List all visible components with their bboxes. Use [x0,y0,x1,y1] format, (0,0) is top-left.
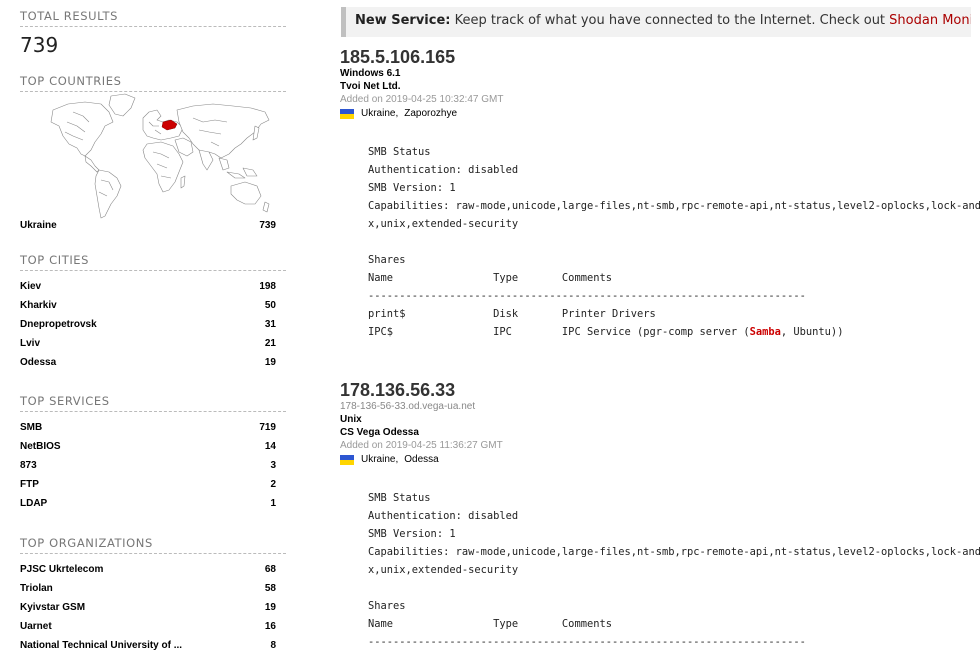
banner-data-text: SMB Status Authentication: disabled SMB … [368,492,980,648]
service-row[interactable]: SMB 719 [20,418,286,437]
banner-label: New Service: [355,13,451,28]
service-count: 1 [270,498,276,509]
service-name[interactable]: SMB [20,418,42,437]
service-name[interactable]: FTP [20,475,39,494]
city-name[interactable]: Dnepropetrovsk [20,315,97,334]
map-region [180,175,186,189]
org-count: 19 [264,602,276,613]
map-region [262,201,270,213]
service-row[interactable]: 873 3 [20,456,286,475]
city-row[interactable]: Dnepropetrovsk 31 [20,315,286,334]
city-count: 19 [264,357,276,368]
result-os: Unix [340,414,362,425]
search-result: 185.5.106.165 Windows 6.1 Tvoi Net Ltd. … [340,47,980,338]
org-count: 58 [264,583,276,594]
city-name[interactable]: Kiev [20,277,41,296]
total-results-count: 739 [20,33,59,57]
service-row[interactable]: FTP 2 [20,475,286,494]
ukraine-flag-icon [340,108,354,119]
service-name[interactable]: 873 [20,456,37,475]
new-service-banner: New Service: Keep track of what you have… [341,7,971,37]
city-name[interactable]: Odessa [20,353,56,372]
result-ip-link[interactable]: 178.136.56.33 [340,380,980,400]
result-city[interactable]: Zaporozhye [404,106,457,121]
banner-data-text: SMB Status Authentication: disabled SMB … [368,146,980,338]
map-region [242,167,258,177]
city-count: 31 [264,319,276,330]
map-region [108,93,136,117]
service-row[interactable]: NetBIOS 14 [20,437,286,456]
banner-data-text-end: , Ubuntu)) [780,326,844,338]
shodan-monitor-link[interactable]: Shodan Monitor [889,13,971,28]
service-count: 719 [259,422,276,433]
city-count: 198 [259,281,276,292]
top-cities-title: TOP CITIES [20,253,286,271]
city-name[interactable]: Kharkiv [20,296,57,315]
org-row[interactable]: Triolan 58 [20,579,286,598]
org-name[interactable]: PJSC Ukrtelecom [20,560,103,579]
org-name[interactable]: National Technical University of ... [20,636,182,655]
service-name[interactable]: NetBIOS [20,437,61,456]
result-country[interactable]: Ukraine [361,106,395,121]
map-region [226,171,246,179]
map-region [142,141,184,193]
result-hostname: 178-136-56-33.od.vega-ua.net [340,401,476,412]
world-map[interactable] [43,92,278,220]
top-organizations-title: TOP ORGANIZATIONS [20,536,286,554]
service-name[interactable]: LDAP [20,494,47,513]
city-row[interactable]: Lviv 21 [20,334,286,353]
result-country[interactable]: Ukraine [361,452,395,467]
result-banner-data: SMB Status Authentication: disabled SMB … [368,489,980,651]
city-name[interactable]: Lviv [20,334,40,353]
result-location: Ukraine, Odessa [340,452,980,467]
result-added-date: Added on 2019-04-25 11:36:27 GMT [340,440,503,451]
result-city[interactable]: Odessa [404,452,438,467]
org-count: 8 [270,640,276,651]
org-name[interactable]: Uarnet [20,617,52,636]
result-banner-data: SMB Status Authentication: disabled SMB … [368,143,980,341]
service-count: 14 [264,441,276,452]
result-os: Windows 6.1 [340,68,401,79]
top-services-title: TOP SERVICES [20,394,286,412]
ukraine-flag-icon [340,454,354,465]
banner-data-highlight: Samba [749,326,781,338]
service-count: 2 [270,479,276,490]
map-region [230,181,262,205]
banner-text: Keep track of what you have connected to… [454,13,886,28]
result-added-date: Added on 2019-04-25 10:32:47 GMT [340,94,504,105]
map-region [50,101,114,157]
map-region [198,149,214,171]
org-name[interactable]: Triolan [20,579,53,598]
result-organization[interactable]: Tvoi Net Ltd. [340,80,980,93]
org-count: 16 [264,621,276,632]
service-row[interactable]: LDAP 1 [20,494,286,513]
result-ip-link[interactable]: 185.5.106.165 [340,47,980,67]
map-region [84,155,100,173]
map-region [94,169,122,219]
result-location: Ukraine, Zaporozhye [340,106,980,121]
org-row[interactable]: Kyivstar GSM 19 [20,598,286,617]
total-results-title: TOTAL RESULTS [20,9,286,27]
city-count: 21 [264,338,276,349]
result-organization[interactable]: CS Vega Odessa [340,426,980,439]
city-row[interactable]: Kiev 198 [20,277,286,296]
org-name[interactable]: Kyivstar GSM [20,598,85,617]
top-countries-title: TOP COUNTRIES [20,74,286,92]
city-row[interactable]: Odessa 19 [20,353,286,372]
org-count: 68 [264,564,276,575]
map-region [218,157,230,171]
org-row[interactable]: PJSC Ukrtelecom 68 [20,560,286,579]
org-row[interactable]: National Technical University of ... 8 [20,636,286,655]
city-row[interactable]: Kharkiv 50 [20,296,286,315]
search-result: 178.136.56.33 178-136-56-33.od.vega-ua.n… [340,380,980,648]
org-row[interactable]: Uarnet 16 [20,617,286,636]
city-count: 50 [264,300,276,311]
service-count: 3 [270,460,276,471]
